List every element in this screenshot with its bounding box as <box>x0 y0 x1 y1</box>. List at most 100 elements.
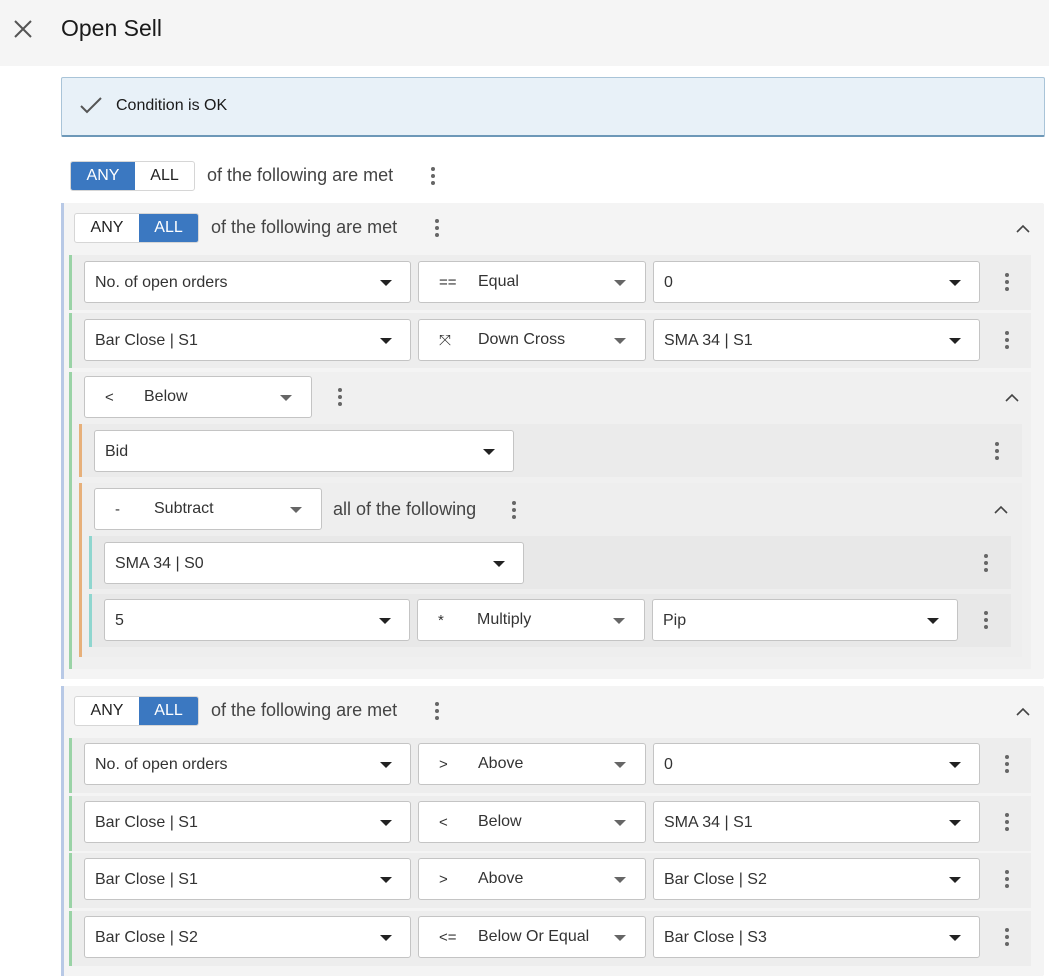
select-value: Bid <box>105 443 129 460</box>
group-1-more-icon[interactable] <box>432 216 442 240</box>
select-value: SMA 34 | S1 <box>664 814 753 831</box>
operator-label: Above <box>478 755 524 772</box>
chevron-down-icon <box>614 338 626 344</box>
select-value: Pip <box>663 612 687 629</box>
select-value: SMA 34 | S0 <box>115 555 204 572</box>
group-2-bar <box>61 686 64 976</box>
group-2-match-toggle: ANY ALL <box>74 696 199 726</box>
chevron-down-icon <box>280 395 292 401</box>
operator-label: Subtract <box>154 500 214 517</box>
row-more-icon[interactable] <box>1002 867 1012 891</box>
chevron-down-icon <box>379 618 391 624</box>
chevron-down-icon <box>380 762 392 768</box>
subtract-operator-select[interactable]: - Subtract <box>94 488 322 530</box>
group-2-more-icon[interactable] <box>432 699 442 723</box>
right-operand-select[interactable]: SMA 34 | S1 <box>653 801 980 843</box>
row-more-icon[interactable] <box>1002 925 1012 949</box>
right-operand-select[interactable]: SMA 34 | S1 <box>653 319 980 361</box>
left-operand-select[interactable]: No. of open orders <box>84 743 411 785</box>
row-bar <box>69 255 72 310</box>
group-1-any-button[interactable]: ANY <box>75 214 139 242</box>
operator-label: Down Cross <box>478 331 566 348</box>
chevron-down-icon <box>949 762 961 768</box>
row-more-icon[interactable] <box>1002 328 1012 352</box>
operator-label: Equal <box>478 273 519 290</box>
operator-label: Below <box>478 813 522 830</box>
chevron-down-icon <box>493 561 505 567</box>
row-more-icon[interactable] <box>1002 810 1012 834</box>
select-value: 0 <box>664 274 673 291</box>
row-bar <box>69 313 72 368</box>
operator-select[interactable]: ⤧ Down Cross <box>418 319 646 361</box>
root-match-toggle: ANY ALL <box>70 161 195 191</box>
row-more-icon[interactable] <box>1002 752 1012 776</box>
operator-select[interactable]: <= Below Or Equal <box>418 916 646 958</box>
subtract-more-icon[interactable] <box>509 498 519 522</box>
chevron-down-icon <box>949 877 961 883</box>
operator-label: Multiply <box>477 611 532 628</box>
group-1-collapse-icon[interactable] <box>1015 221 1031 233</box>
operator-label: Below Or Equal <box>478 928 590 945</box>
operator-select[interactable]: == Equal <box>418 261 646 303</box>
group-2-match-label: of the following are met <box>211 700 398 720</box>
chevron-down-icon <box>614 280 626 286</box>
select-value: 0 <box>664 756 673 773</box>
operator-select[interactable]: > Above <box>418 743 646 785</box>
operator-symbol: < <box>439 814 448 831</box>
operator-select[interactable]: < Below <box>418 801 646 843</box>
chevron-down-icon <box>949 820 961 826</box>
row-bar <box>89 536 92 589</box>
chevron-down-icon <box>380 280 392 286</box>
chevron-down-icon <box>949 935 961 941</box>
chevron-down-icon <box>614 820 626 826</box>
root-more-icon[interactable] <box>428 164 438 188</box>
sma-operand-select[interactable]: SMA 34 | S0 <box>104 542 524 584</box>
chevron-down-icon <box>380 935 392 941</box>
below-subgroup-bar <box>69 372 72 669</box>
operator-symbol: - <box>115 501 120 518</box>
left-operand-select[interactable]: No. of open orders <box>84 261 411 303</box>
below-collapse-icon[interactable] <box>1004 390 1020 402</box>
chevron-down-icon <box>614 935 626 941</box>
right-operand-select[interactable]: Bar Close | S2 <box>653 858 980 900</box>
right-operand-select[interactable]: 0 <box>653 743 980 785</box>
multiply-left-select[interactable]: 5 <box>104 599 410 641</box>
select-value: No. of open orders <box>95 756 228 773</box>
below-more-icon[interactable] <box>335 385 345 409</box>
left-operand-select[interactable]: Bar Close | S1 <box>84 801 411 843</box>
root-all-button[interactable]: ALL <box>135 162 194 190</box>
chevron-down-icon <box>380 877 392 883</box>
select-value: 5 <box>115 612 124 629</box>
bid-operand-select[interactable]: Bid <box>94 430 514 472</box>
group-2-collapse-icon[interactable] <box>1015 704 1031 716</box>
subtract-collapse-icon[interactable] <box>993 502 1009 514</box>
right-operand-select[interactable]: Bar Close | S3 <box>653 916 980 958</box>
row-more-icon[interactable] <box>1002 270 1012 294</box>
multiply-operator-select[interactable]: * Multiply <box>417 599 645 641</box>
row-bar <box>89 594 92 647</box>
group-1-all-button[interactable]: ALL <box>139 214 198 242</box>
row-bar <box>69 796 72 851</box>
operator-symbol: == <box>439 274 457 291</box>
select-value: Bar Close | S1 <box>95 332 198 349</box>
root-match-label: of the following are met <box>207 165 394 185</box>
row-more-icon[interactable] <box>981 608 991 632</box>
chevron-down-icon <box>614 762 626 768</box>
left-operand-select[interactable]: Bar Close | S1 <box>84 319 411 361</box>
operator-select[interactable]: > Above <box>418 858 646 900</box>
right-operand-select[interactable]: 0 <box>653 261 980 303</box>
multiply-right-select[interactable]: Pip <box>652 599 958 641</box>
group-2-all-button[interactable]: ALL <box>139 697 198 725</box>
select-value: Bar Close | S2 <box>95 929 198 946</box>
select-value: Bar Close | S3 <box>664 929 767 946</box>
status-alert: Condition is OK <box>61 77 1045 137</box>
left-operand-select[interactable]: Bar Close | S1 <box>84 858 411 900</box>
left-operand-select[interactable]: Bar Close | S2 <box>84 916 411 958</box>
below-operator-select[interactable]: < Below <box>84 376 312 418</box>
chevron-down-icon <box>380 820 392 826</box>
row-more-icon[interactable] <box>992 439 1002 463</box>
row-more-icon[interactable] <box>981 551 991 575</box>
root-any-button[interactable]: ANY <box>71 162 135 190</box>
group-2-any-button[interactable]: ANY <box>75 697 139 725</box>
close-icon[interactable] <box>10 16 36 42</box>
